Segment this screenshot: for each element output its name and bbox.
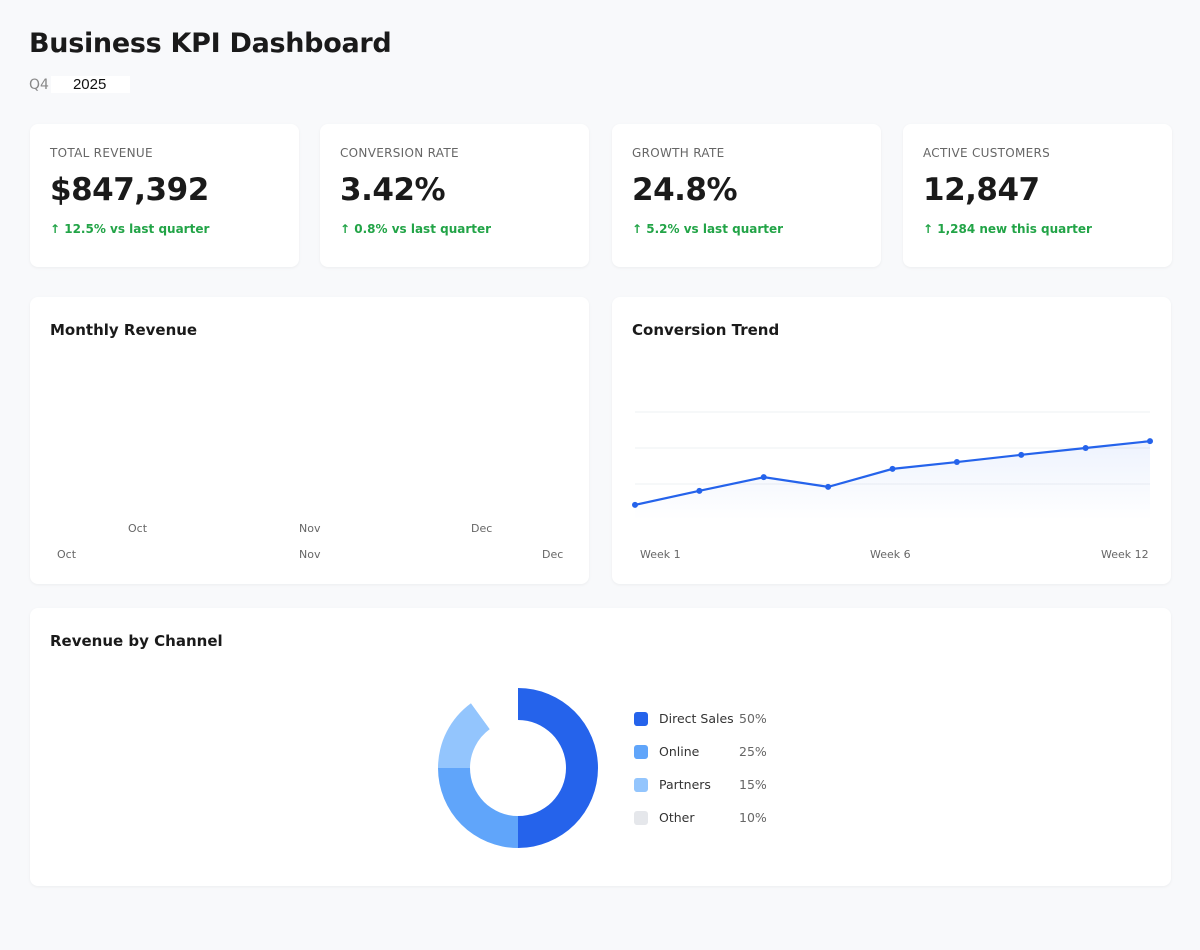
kpi-card-active-customers: ACTIVE CUSTOMERS 12,847 ↑ 1,284 new this… (903, 124, 1172, 267)
kpi-label: TOTAL REVENUE (50, 146, 153, 160)
legend-label: Direct Sales (659, 711, 734, 726)
x-tick-label: Week 1 (640, 548, 681, 561)
kpi-label: CONVERSION RATE (340, 146, 459, 160)
period-label: Q4 2025 (29, 76, 131, 93)
legend-swatch (634, 777, 648, 792)
quarter: Q4 (29, 77, 49, 93)
kpi-card-conversion-rate: CONVERSION RATE 3.42% ↑ 0.8% vs last qua… (320, 124, 589, 267)
legend-percent: 15% (739, 777, 767, 792)
legend-label: Partners (659, 777, 711, 792)
x-tick-label: Oct (128, 522, 148, 535)
data-point (953, 459, 960, 466)
data-point (696, 487, 703, 494)
donut-slice-online (438, 768, 518, 848)
x-tick-label: Oct (57, 548, 77, 561)
legend-swatch (634, 744, 648, 759)
legend-swatch (634, 711, 648, 726)
legend-label: Other (659, 810, 695, 825)
conversion-trend-card: Conversion Trend Week 1 Week 6 Week 12 (612, 297, 1171, 584)
kpi-value: $847,392 (50, 172, 209, 208)
x-tick-label: Week 12 (1101, 548, 1149, 561)
monthly-revenue-card: Monthly Revenue Oct Nov Dec Oct Nov Dec (30, 297, 589, 584)
conversion-line-chart (632, 411, 1153, 520)
legend-item: Partners 15% (634, 777, 767, 792)
page-title: Business KPI Dashboard (29, 28, 392, 59)
data-point (1082, 445, 1089, 451)
legend-item: Other 10% (634, 810, 767, 825)
data-point (1147, 438, 1153, 445)
x-tick-label: Dec (542, 548, 564, 561)
kpi-label: ACTIVE CUSTOMERS (923, 146, 1051, 160)
legend-percent: 10% (739, 810, 767, 825)
channel-donut-chart (438, 688, 598, 848)
kpi-change: ↑ 12.5% vs last quarter (50, 222, 210, 236)
x-tick-label: Nov (299, 548, 321, 561)
chart-title: Revenue by Channel (50, 632, 223, 650)
year: 2025 (50, 76, 131, 93)
x-tick-label: Week 6 (870, 548, 911, 561)
area-fill (635, 441, 1150, 520)
kpi-label: GROWTH RATE (632, 146, 725, 160)
x-tick-label: Nov (299, 522, 321, 535)
legend-label: Online (659, 744, 700, 759)
kpi-change: ↑ 5.2% vs last quarter (632, 222, 784, 236)
legend-item: Online 25% (634, 744, 767, 759)
kpi-value: 12,847 (923, 172, 1040, 208)
kpi-card-total-revenue: TOTAL REVENUE $847,392 ↑ 12.5% vs last q… (30, 124, 299, 267)
legend-swatch (634, 810, 648, 825)
data-point (889, 465, 896, 472)
data-point (760, 474, 767, 481)
kpi-change: ↑ 1,284 new this quarter (923, 222, 1092, 236)
chart-title: Monthly Revenue (50, 321, 198, 339)
legend-percent: 50% (739, 711, 767, 726)
donut-slice-direct-sales (518, 688, 598, 848)
legend-item: Direct Sales 50% (634, 711, 767, 726)
data-point (632, 501, 638, 508)
x-tick-label: Dec (471, 522, 493, 535)
kpi-value: 3.42% (340, 172, 446, 208)
data-point (1018, 451, 1025, 458)
kpi-card-growth-rate: GROWTH RATE 24.8% ↑ 5.2% vs last quarter (612, 124, 881, 267)
kpi-change: ↑ 0.8% vs last quarter (340, 222, 492, 236)
legend-percent: 25% (739, 744, 767, 759)
data-point (825, 483, 832, 490)
kpi-value: 24.8% (632, 172, 738, 208)
